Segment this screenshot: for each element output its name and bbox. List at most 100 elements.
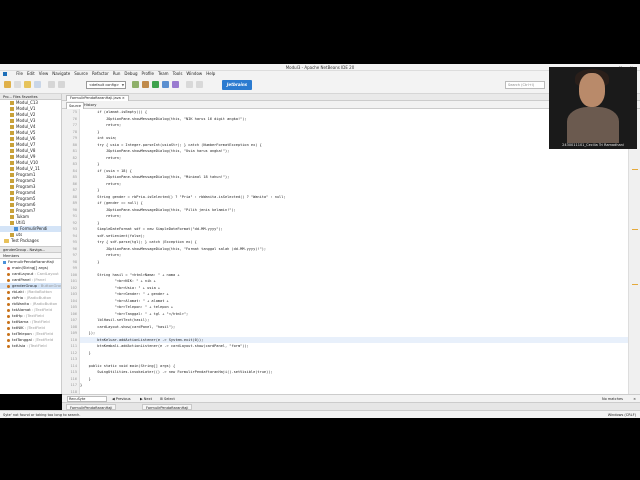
field-icon: [7, 290, 10, 294]
field-icon: [7, 332, 10, 336]
letterbox-bottom: [0, 418, 640, 480]
package-icon: [10, 143, 14, 147]
package-icon: [10, 197, 14, 201]
save-all-icon[interactable]: [34, 81, 41, 88]
member-type: : JRadioButton: [23, 295, 52, 300]
member-type: : JTextField: [30, 307, 52, 312]
member-name: txtNama: [12, 319, 29, 324]
member-name: main(String[] args): [12, 265, 49, 270]
person-face: [579, 73, 605, 107]
field-icon: [7, 284, 10, 288]
member-name: cardPanel: [12, 277, 31, 282]
package-icon: [10, 125, 14, 129]
person-body: [567, 107, 619, 143]
member-name: FormulirPendaftaranHaji: [8, 259, 54, 264]
class-icon: [3, 260, 6, 264]
title-bar: Modul3 - Apache NetBeans IDE 20 — ☐ ✕: [0, 64, 640, 71]
tree-item-label: Modul_V5: [16, 130, 36, 135]
code-editor[interactable]: if (alamat.isEmpty()) { JOptionPane.show…: [80, 109, 628, 394]
member-name: txtTanggal: [12, 337, 32, 342]
profile-icon[interactable]: [172, 81, 179, 88]
package-icon: [10, 221, 14, 225]
member-type: : ButtonGroup: [38, 283, 61, 288]
field-icon: [7, 272, 10, 276]
participant-name: 2430011101_Cecilia Tri Ramadhani: [562, 143, 624, 147]
error-stripe-mark[interactable]: [632, 229, 638, 230]
projects-tabs-label: Pro... Files Favorites: [3, 95, 38, 99]
tree-item-label: Modul_V2: [16, 112, 36, 117]
member-name: txtNIK: [12, 325, 24, 330]
config-select[interactable]: <default config> ▼: [86, 81, 126, 89]
member-type: : JTextField: [23, 325, 45, 330]
package-icon: [10, 215, 14, 219]
package-icon: [10, 119, 14, 123]
package-icon: [10, 185, 14, 189]
member-name: rbWanita: [12, 301, 30, 306]
member-type: : JTextField: [31, 331, 54, 336]
config-select-value: <default config>: [89, 83, 120, 87]
debug-icon[interactable]: [162, 81, 169, 88]
jetbrains-logo[interactable]: Jetbrains: [222, 80, 252, 90]
member-type: : CardLayout: [33, 271, 59, 276]
vertical-scrollbar[interactable]: [628, 109, 640, 394]
tree-item-label: Modul_V6: [16, 136, 36, 141]
clean-build-icon[interactable]: [142, 81, 149, 88]
member-name: txtUsia: [12, 343, 26, 348]
tree-item-label: FormulirPendi: [20, 226, 48, 231]
tree-item-label: Program1: [16, 172, 36, 177]
error-stripe-mark[interactable]: [632, 284, 638, 285]
history-button[interactable]: History: [84, 102, 96, 108]
member-type: : JTextField: [22, 313, 44, 318]
netbeans-icon: [3, 72, 7, 76]
member-name: txtTelepon: [12, 331, 32, 336]
open-project-icon[interactable]: [24, 81, 31, 88]
field-icon: [7, 308, 10, 312]
field-icon: [7, 302, 10, 306]
field-icon: [7, 344, 10, 348]
tree-item-label: Modul_V4: [16, 124, 36, 129]
search-input[interactable]: Search (Ctrl+I): [505, 81, 545, 89]
project-tree: Modul_C13 Modul_V1 Modul_V2 Modul_V3 Modul_V…: [0, 100, 61, 244]
error-stripe-mark[interactable]: [632, 169, 638, 170]
field-icon: [7, 296, 10, 300]
memory-icon[interactable]: [186, 81, 193, 88]
undo-icon[interactable]: [48, 81, 55, 88]
tree-item-label: Modul_V7: [16, 142, 36, 147]
package-icon: [10, 155, 14, 159]
member-name: rbLaki: [12, 289, 24, 294]
package-icon: [10, 113, 14, 117]
package-icon: [10, 203, 14, 207]
tree-item[interactable]: Test Packages: [0, 238, 61, 244]
navigator-title: genderGroup - Naviga...: [3, 248, 46, 252]
build-icon[interactable]: [132, 81, 139, 88]
tree-item-label: Modul_V8: [16, 148, 36, 153]
member-list: FormulirPendaftaranHaji main(String[] arg…: [0, 259, 61, 349]
package-icon: [10, 161, 14, 165]
tree-item-label: Program2: [16, 178, 36, 183]
find-bar: RecuSyte ◀ Previous ▶ Next ⊞ Select No m…: [62, 394, 640, 402]
run-icon[interactable]: [152, 81, 159, 88]
chevron-down-icon: ▼: [121, 83, 124, 87]
gc-icon[interactable]: [196, 81, 203, 88]
package-icon: [10, 101, 14, 105]
package-icon: [10, 137, 14, 141]
letterbox-top: [0, 0, 640, 64]
member-type: : JTextField: [28, 319, 50, 324]
member-item[interactable]: txtUsia : JTextField: [0, 343, 61, 349]
member-name: cardLayout: [12, 271, 34, 276]
tree-item-label: Test Packages: [11, 238, 39, 243]
new-file-icon[interactable]: [14, 81, 21, 88]
member-type: : JTextField: [31, 337, 54, 342]
projects-panel: Pro... Files Favorites Modul_C13 Modul_V1…: [0, 94, 62, 246]
output-tabs: FormulirPendaftaranHaji FormulirPendafta…: [62, 402, 640, 410]
navigator-panel: genderGroup - Naviga... Members Formulir…: [0, 246, 62, 394]
tree-item-label: Modul_V1: [16, 106, 36, 111]
tree-item-label: Program6: [16, 202, 36, 207]
package-icon: [10, 179, 14, 183]
redo-icon[interactable]: [58, 81, 65, 88]
package-icon: [10, 173, 14, 177]
package-icon: [10, 191, 14, 195]
new-project-icon[interactable]: [4, 81, 11, 88]
member-name: genderGroup: [12, 283, 38, 288]
field-icon: [7, 326, 10, 330]
